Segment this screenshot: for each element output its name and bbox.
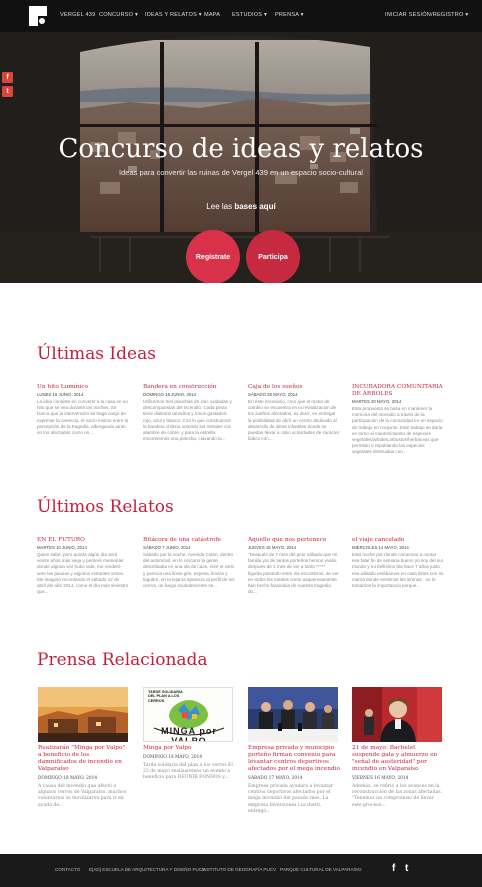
bases-prefix: Lee las [206, 202, 233, 211]
press-item-1: Realizarán "Minga por Valpo" a beneficio… [38, 745, 130, 809]
participate-button[interactable]: Participa [246, 230, 300, 283]
relato-excerpt: Esta noche por donde comenzar a contar e… [352, 552, 444, 589]
ideas-section-title: Últimas Ideas [37, 344, 156, 364]
press-item-4: 21 de mayo: Bachelet suspende gala y alm… [352, 745, 444, 809]
press-thumbnail-poster[interactable]: TARDE SOLIDARIA DEL PLAN A LOS CERROS MI… [143, 687, 233, 742]
idea-item: Un hito Lumínico LUNES 16 JUNIO, 2014 La… [37, 384, 129, 436]
prensa-section-title: Prensa Relacionada [37, 650, 208, 670]
nav-item-mapa[interactable]: MAPA [204, 12, 220, 18]
footer-facebook-icon[interactable]: f [392, 863, 395, 874]
idea-title[interactable]: Caja de los sueños [248, 384, 340, 391]
nav-item-ideas-relatos[interactable]: IDEAS Y RELATOS ▾ [145, 12, 202, 18]
press-date: DOMINGO 18 MAYO, 2014 [143, 755, 203, 760]
press-title[interactable]: Empresa privada y municipio porteño firm… [248, 745, 340, 773]
relato-title[interactable]: Aquello que nos pertenece [248, 537, 340, 544]
login-register-link[interactable]: INICIAR SESIÓN/REGISTRO ▾ [385, 12, 468, 18]
footer-link-contacto[interactable]: CONTACTO [55, 867, 80, 872]
hero-title: Concurso de ideas y relatos [58, 134, 424, 164]
press-thumbnail-rooftop[interactable] [38, 687, 128, 742]
idea-item: Caja de los sueños SÁBADO 28 MAYO, 2014 … [248, 384, 340, 442]
nav-item-estudios[interactable]: ESTUDIOS ▾ [232, 12, 267, 18]
relato-item: Bitácora de una catástrofe SÁBADO 7 JUNI… [143, 537, 235, 589]
idea-date: DOMINGO 15 JUNIO, 2014 [143, 392, 197, 397]
relatos-section-title: Últimos Relatos [37, 497, 174, 517]
poster-top-text: TARDE SOLIDARIA DEL PLAN A LOS CERROS [148, 690, 183, 703]
register-button[interactable]: Regístrate [186, 230, 240, 283]
hero-banner: Concurso de ideas y relatos Ideas para c… [0, 32, 482, 283]
relato-date: MARTES 10 JUNIO, 2014 [37, 545, 87, 550]
bases-link[interactable]: bases aquí [234, 202, 275, 211]
relato-excerpt: Sábado por la noche, Avenida Colón, dent… [143, 552, 235, 589]
idea-date: SÁBADO 28 MAYO, 2014 [248, 392, 298, 397]
bases-line: Lee las bases aquí [0, 202, 482, 211]
idea-item: INCUBADORA COMUNITARIA DE ÁRBOLES MARTES… [352, 384, 444, 456]
footer-link-ead[interactable]: E[AD] ESCUELA DE ARQUITECTURA Y DISEÑO P… [89, 867, 205, 872]
footer-twitter-icon[interactable]: t [405, 863, 408, 874]
press-excerpt: Empresa privada ayudará a levantar centr… [248, 784, 334, 814]
press-item-3: Empresa privada y municipio porteño firm… [248, 745, 340, 815]
relato-excerpt: "Después de 7 mes del peor sábado que mi… [248, 552, 339, 595]
idea-title[interactable]: Bandera en construcción [143, 384, 235, 391]
nav-item-concurso[interactable]: CONCURSO ▾ [99, 12, 138, 18]
press-title[interactable]: Realizarán "Minga por Valpo" a beneficio… [38, 745, 130, 773]
press-date: SÁBADO 17 MAYO, 2014 [248, 776, 303, 781]
idea-title[interactable]: Un hito Lumínico [37, 384, 129, 391]
twitter-share-icon[interactable]: t [2, 86, 13, 97]
relato-item: EN EL FUTURO MARTES 10 JUNIO, 2014 Quien… [37, 537, 129, 595]
relato-date: SÁBADO 7 JUNIO, 2014 [143, 545, 191, 550]
hero-subtitle: Ideas para convertir las ruinas de Verge… [119, 168, 363, 177]
idea-excerpt: La idea consiste en convertir a la casa … [37, 399, 129, 436]
idea-excerpt: Utilicemos tres planchas de zinc oxidada… [143, 399, 232, 442]
idea-title[interactable]: INCUBADORA COMUNITARIA DE ÁRBOLES [352, 384, 444, 398]
poster-main-text: MINGA por VALPO [161, 726, 217, 742]
press-thumbnail-conference[interactable] [248, 687, 338, 742]
press-item-2: Minga por Valpo DOMINGO 18 MAYO, 2014 Ta… [143, 745, 235, 782]
press-excerpt: A causa del incendio que afectó a alguno… [38, 784, 127, 808]
footer-link-parque-cultural[interactable]: PARQUE CULTURAL DE VALPARAÍSO [280, 867, 361, 872]
idea-item: Bandera en construcción DOMINGO 15 JUNIO… [143, 384, 235, 442]
press-excerpt: Además, se refirió a los avances en la r… [352, 784, 443, 808]
relato-item: Aquello que nos pertenece JUEVES 15 MAYO… [248, 537, 340, 595]
press-excerpt: Tarde solidaria del plan a los cerros El… [143, 763, 233, 781]
press-title[interactable]: Minga por Valpo [143, 745, 235, 752]
nav-item-vergel[interactable]: VERGEL 439 [60, 12, 95, 18]
nav-item-prensa[interactable]: PRENSA ▾ [275, 12, 304, 18]
relato-title[interactable]: Bitácora de una catástrofe [143, 537, 235, 544]
relato-excerpt: Quien sabe, pero quizás algún día será v… [37, 552, 129, 595]
site-logo[interactable] [29, 6, 47, 26]
relato-title[interactable]: EN EL FUTURO [37, 537, 129, 544]
press-title[interactable]: 21 de mayo: Bachelet suspende gala y alm… [352, 745, 444, 773]
relato-item: el viaje cancelado MIÉRCOLES 14 MAYO, 20… [352, 537, 444, 589]
idea-date: LUNES 16 JUNIO, 2014 [37, 392, 84, 397]
facebook-share-icon[interactable]: f [2, 72, 13, 83]
press-date: VIERNES 16 MAYO, 2014 [352, 776, 409, 781]
relato-date: JUEVES 15 MAYO, 2014 [248, 545, 297, 550]
press-thumbnail-official[interactable] [352, 687, 442, 742]
press-date: DOMINGO 18 MAYO, 2014 [38, 776, 98, 781]
footer-link-geografia[interactable]: INSTITUTO DE GEOGRAFÍA PUCV [202, 867, 276, 872]
relato-date: MIÉRCOLES 14 MAYO, 2014 [352, 545, 409, 550]
idea-excerpt: En este escenario, creo que el motor de … [248, 399, 340, 442]
top-navbar: VERGEL 439 CONCURSO ▾ IDEAS Y RELATOS ▾ … [0, 0, 482, 32]
idea-date: MARTES 20 MAYO, 2014 [352, 399, 402, 404]
idea-excerpt: Esta propuesta se basa en mantener la me… [352, 406, 443, 455]
site-footer: CONTACTO E[AD] ESCUELA DE ARQUITECTURA Y… [0, 854, 482, 887]
relato-title[interactable]: el viaje cancelado [352, 537, 444, 544]
